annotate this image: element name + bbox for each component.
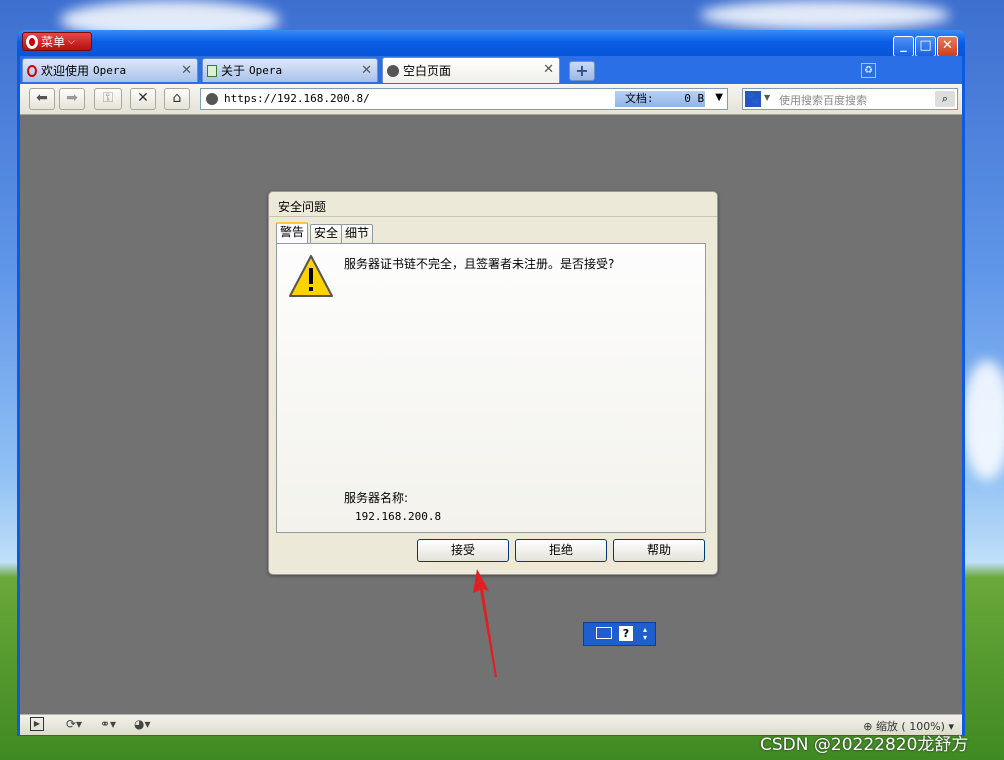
- server-name-value: 192.168.200.8: [355, 510, 442, 523]
- chevron-down-icon[interactable]: ▼: [715, 92, 723, 103]
- tab-label-suffix: Opera: [93, 64, 127, 77]
- globe-icon: [387, 64, 399, 77]
- new-tab-button[interactable]: +: [569, 61, 595, 81]
- dialog-title: 安全问题: [278, 200, 327, 214]
- tab-strip: 欢迎使用 Opera ✕ 关于 Opera ✕ 空白页面 ✕ + ♻: [20, 56, 962, 84]
- maximize-button[interactable]: □: [915, 36, 936, 57]
- server-name-label: 服务器名称:: [344, 491, 409, 505]
- search-icon[interactable]: ⌕: [935, 91, 955, 107]
- home-button[interactable]: ⌂: [164, 88, 190, 110]
- tab-about[interactable]: 关于 Opera ✕: [202, 58, 378, 82]
- tab-details[interactable]: 细节: [341, 224, 374, 243]
- help-button[interactable]: 帮助: [613, 539, 705, 562]
- security-dialog: 安全问题 警告 安全 细节 服务器证书链不完全，且签署者未注册。是否接受? 服务…: [268, 191, 718, 575]
- chevron-down-icon: ⌵: [68, 36, 75, 47]
- minimize-button[interactable]: _: [893, 36, 914, 57]
- opera-icon: [27, 64, 37, 77]
- help-icon[interactable]: ?: [619, 626, 633, 641]
- address-bar[interactable]: https://192.168.200.8/ 文档: 0 B ▼: [200, 88, 728, 110]
- accept-button[interactable]: 接受: [417, 539, 509, 562]
- keyboard-icon[interactable]: [596, 627, 612, 639]
- navigation-bar: ⬅ ➡ ⚿ ✕ ⌂ https://192.168.200.8/ 文档: 0 B…: [20, 84, 962, 115]
- tab-security[interactable]: 安全: [310, 224, 343, 243]
- stop-button[interactable]: ✕: [130, 88, 156, 110]
- globe-icon: [206, 93, 218, 105]
- opera-window: 菜单 ⌵ _ □ ✕ 欢迎使用 Opera ✕ 关于 Opera ✕ 空白页面 …: [17, 30, 965, 736]
- document-icon: [207, 64, 217, 77]
- title-bar: 菜单 ⌵ _ □ ✕: [17, 30, 965, 57]
- sync-icon[interactable]: ⟳▾: [66, 717, 82, 731]
- watermark-text: CSDN @20222820龙舒方: [760, 735, 969, 755]
- search-placeholder: 使用搜索百度搜索: [779, 94, 867, 107]
- opera-logo-icon: [26, 34, 38, 49]
- baidu-paw-icon[interactable]: 🐾: [745, 91, 761, 107]
- document-size-value: 0 B: [684, 92, 705, 105]
- tab-label: 空白页面: [403, 64, 452, 78]
- menu-button[interactable]: 菜单 ⌵: [22, 32, 92, 51]
- turbo-icon[interactable]: ◕▾: [134, 717, 151, 731]
- ime-toolbar[interactable]: ? ▴ ▾: [583, 622, 656, 646]
- forward-button[interactable]: ➡: [59, 88, 85, 110]
- close-window-button[interactable]: ✕: [937, 36, 958, 57]
- title-separator: [269, 216, 717, 217]
- tab-label: 欢迎使用: [41, 64, 90, 78]
- address-url: https://192.168.200.8/: [224, 92, 370, 105]
- panel-toggle-icon[interactable]: ▶: [30, 717, 44, 731]
- page-content-area: 安全问题 警告 安全 细节 服务器证书链不完全，且签署者未注册。是否接受? 服务…: [20, 115, 962, 714]
- wand-key-button[interactable]: ⚿: [94, 88, 122, 110]
- warning-panel: 服务器证书链不完全，且签署者未注册。是否接受? 服务器名称: 192.168.2…: [276, 243, 706, 533]
- tab-welcome[interactable]: 欢迎使用 Opera ✕: [22, 58, 198, 82]
- search-field[interactable]: 🐾 ▼ 使用搜索百度搜索 ⌕: [742, 88, 958, 110]
- tab-warning[interactable]: 警告: [276, 222, 309, 244]
- document-size-label: 文档:: [625, 92, 654, 105]
- tab-blank-page[interactable]: 空白页面 ✕: [382, 57, 560, 83]
- tab-label-suffix: Opera: [249, 64, 283, 77]
- warning-icon: [289, 255, 333, 297]
- red-arrow-annotation: [473, 569, 497, 677]
- tab-label: 关于: [221, 64, 246, 78]
- sky-cloud: [962, 360, 1004, 480]
- chevron-down-icon[interactable]: ▴ ▾: [643, 626, 647, 642]
- close-tab-icon[interactable]: ✕: [361, 63, 372, 78]
- warning-message: 服务器证书链不完全，且签署者未注册。是否接受?: [344, 257, 615, 271]
- sky-cloud: [700, 0, 950, 30]
- unite-icon[interactable]: ⚭▾: [100, 717, 116, 731]
- menu-label: 菜单: [41, 35, 66, 49]
- chevron-down-icon[interactable]: ▼: [764, 93, 770, 102]
- back-button[interactable]: ⬅: [29, 88, 55, 110]
- close-tab-icon[interactable]: ✕: [181, 63, 192, 78]
- close-tab-icon[interactable]: ✕: [543, 62, 554, 77]
- trash-icon[interactable]: ♻: [861, 63, 876, 78]
- reject-button[interactable]: 拒绝: [515, 539, 607, 562]
- document-size-badge: 文档: 0 B: [615, 91, 705, 107]
